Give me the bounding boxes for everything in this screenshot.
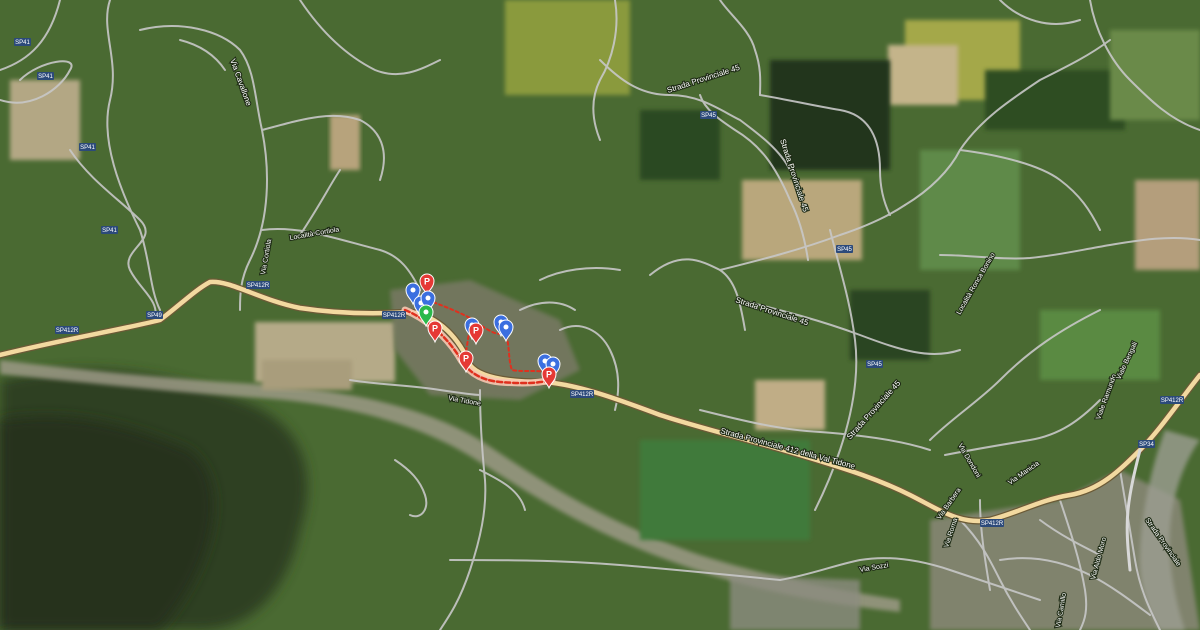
svg-text:SP41: SP41 <box>15 40 30 46</box>
pin-dot <box>423 309 429 315</box>
parking-letter: P <box>463 354 469 364</box>
svg-text:SP45: SP45 <box>867 362 882 368</box>
satellite-map[interactable]: Via Cavallone Strada Provinciale 45 Stra… <box>0 0 1200 630</box>
pin-dot <box>550 361 556 367</box>
shield-sp412r-mid: SP412R <box>246 281 270 289</box>
svg-text:SP412R: SP412R <box>383 313 406 319</box>
svg-text:SP49: SP49 <box>147 313 162 319</box>
parking-letter: P <box>473 326 479 336</box>
svg-text:SP412R: SP412R <box>56 328 79 334</box>
shield-sp45-a: SP45 <box>700 111 717 119</box>
shield-sp45-b: SP45 <box>836 245 853 253</box>
shield-sp41-a: SP41 <box>14 38 31 46</box>
shield-sp412r-center: SP412R <box>382 311 406 319</box>
pin-dot <box>410 287 416 293</box>
parking-letter: P <box>424 277 430 287</box>
shield-sp45-c: SP45 <box>866 360 883 368</box>
svg-text:SP41: SP41 <box>102 228 117 234</box>
shield-sp412r-right: SP412R <box>570 390 594 398</box>
parking-letter: P <box>546 370 552 380</box>
svg-text:SP412R: SP412R <box>247 283 270 289</box>
svg-text:SP412R: SP412R <box>1161 398 1184 404</box>
parking-letter: P <box>432 324 438 334</box>
svg-text:SP45: SP45 <box>837 247 852 253</box>
svg-text:SP45: SP45 <box>701 113 716 119</box>
pin-dot <box>503 324 509 330</box>
shield-sp34: SP34 <box>1138 440 1155 448</box>
shield-sp49: SP49 <box>146 311 163 319</box>
shield-sp412r-left: SP412R <box>55 326 79 334</box>
shield-sp41-d: SP41 <box>101 226 118 234</box>
shield-sp412r-edge: SP412R <box>1160 396 1184 404</box>
svg-text:SP412R: SP412R <box>571 392 594 398</box>
svg-text:SP34: SP34 <box>1139 442 1154 448</box>
pin-dot <box>425 295 431 301</box>
shield-sp41-b: SP41 <box>37 72 54 80</box>
svg-text:SP41: SP41 <box>38 74 53 80</box>
svg-text:SP412R: SP412R <box>981 521 1004 527</box>
shield-sp41-c: SP41 <box>79 143 96 151</box>
svg-text:SP41: SP41 <box>80 145 95 151</box>
shield-sp412r-far: SP412R <box>980 519 1004 527</box>
